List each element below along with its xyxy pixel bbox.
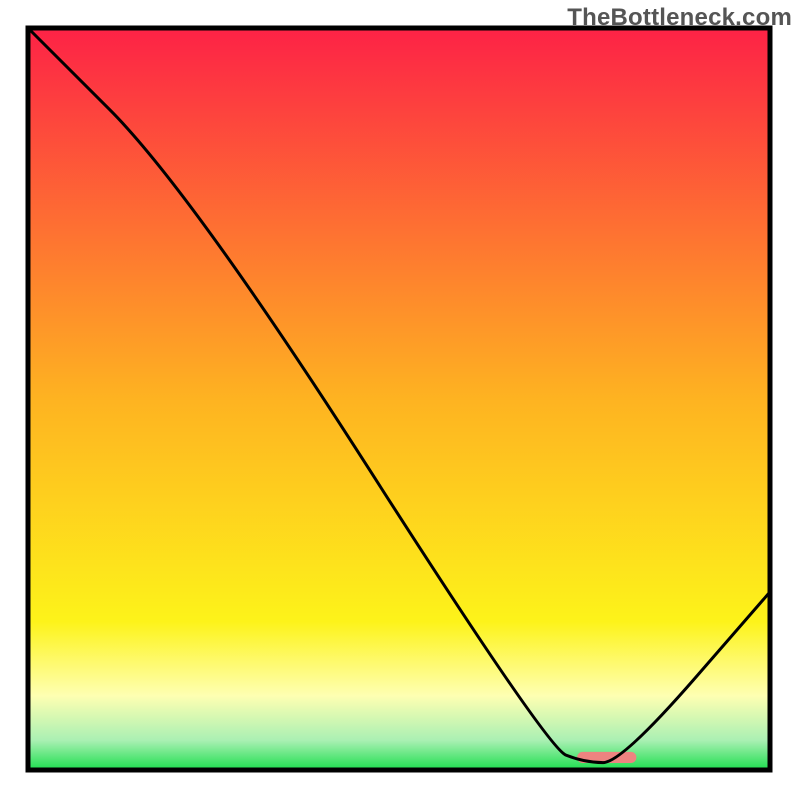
chart-container: TheBottleneck.com (0, 0, 800, 800)
plot-background (28, 28, 770, 770)
watermark-text: TheBottleneck.com (567, 4, 792, 32)
bottleneck-chart (0, 0, 800, 800)
